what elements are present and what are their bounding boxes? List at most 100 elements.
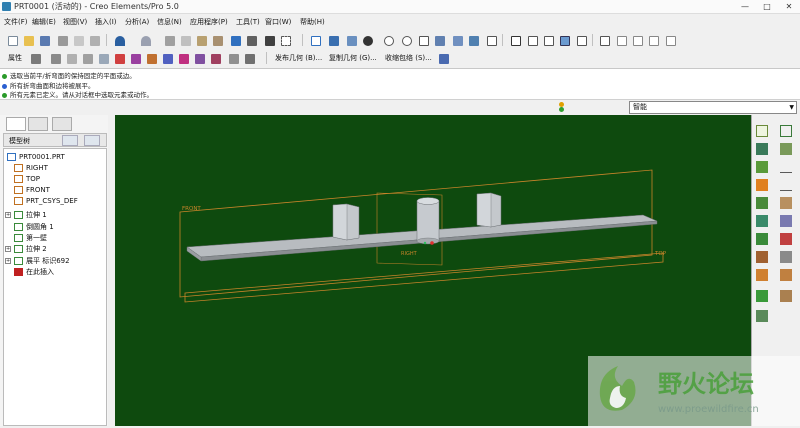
sketch-curve-icon[interactable] (779, 124, 793, 138)
maximize-button[interactable]: □ (756, 1, 778, 13)
datum-planes-display-icon[interactable] (597, 33, 611, 47)
undo-icon[interactable] (112, 33, 126, 47)
orient-mode-icon[interactable] (344, 33, 358, 47)
menu-analysis[interactable]: 分析(A) (125, 17, 149, 27)
menu-applications[interactable]: 应用程序(P) (190, 17, 228, 27)
tree-columns-icon[interactable] (96, 51, 110, 65)
csys-tool-icon[interactable] (755, 160, 769, 174)
unbend-tool-icon[interactable] (755, 268, 769, 282)
edge-bend-icon[interactable] (779, 250, 793, 264)
sketcher-tool-icon[interactable] (755, 178, 769, 192)
publish-geometry-button[interactable]: 发布几何 (B)... (275, 53, 322, 63)
copy-geometry-button[interactable]: 复制几何 (G)... (329, 53, 377, 63)
no-hidden-icon[interactable] (541, 33, 555, 47)
menu-view[interactable]: 视图(V) (63, 17, 87, 27)
mass-properties-icon[interactable] (242, 51, 256, 65)
datum-axis-tool-icon[interactable] (755, 142, 769, 156)
email-link-icon[interactable] (87, 33, 101, 47)
menu-window[interactable]: 窗口(W) (265, 17, 291, 27)
tree-item[interactable]: PRT0001.PRT (7, 153, 65, 164)
corner-relief-icon[interactable] (779, 232, 793, 246)
model-setup-icon[interactable] (64, 51, 78, 65)
reorient-icon[interactable] (432, 33, 446, 47)
shade-analysis-icon[interactable] (192, 51, 206, 65)
bend-back-icon[interactable] (779, 268, 793, 282)
paste-icon[interactable] (194, 33, 208, 47)
tree-item[interactable]: RIGHT (14, 164, 48, 175)
shrinkwrap-button[interactable]: 收缩包络 (S)... (385, 53, 432, 63)
section-icon[interactable] (144, 51, 158, 65)
open-file-icon[interactable] (21, 33, 35, 47)
csys-display-icon[interactable] (646, 33, 660, 47)
sketch-icon[interactable] (308, 33, 322, 47)
offset-analysis-icon[interactable] (208, 51, 222, 65)
print-icon[interactable] (55, 33, 69, 47)
redo-icon[interactable] (138, 33, 152, 47)
save-icon[interactable] (37, 33, 51, 47)
datum-points-display-icon[interactable] (630, 33, 644, 47)
curvature-icon[interactable] (112, 51, 126, 65)
sheetmetal-part[interactable] (186, 192, 658, 262)
merge-wall-icon[interactable] (755, 309, 769, 323)
menu-insert[interactable]: 插入(I) (95, 17, 117, 27)
rip-tool-icon[interactable] (779, 289, 793, 303)
mesh-icon[interactable] (80, 51, 94, 65)
expand-icon[interactable]: + (5, 212, 11, 218)
tree-item[interactable]: + 展平 标识692 (5, 256, 70, 267)
find-icon[interactable] (244, 33, 258, 47)
new-file-icon[interactable] (5, 33, 19, 47)
binoculars-icon[interactable] (262, 33, 276, 47)
shaded-icon[interactable] (557, 33, 571, 47)
menu-file[interactable]: 文件(F) (4, 17, 28, 27)
spline-curve-icon[interactable] (779, 160, 793, 174)
tab-model-tree[interactable] (6, 117, 26, 131)
zoom-out-icon[interactable] (399, 33, 413, 47)
cut-tool-icon[interactable] (755, 232, 769, 246)
layers-icon[interactable] (466, 33, 480, 47)
expand-icon[interactable]: + (5, 258, 11, 264)
tab-folder-browser[interactable] (28, 117, 48, 131)
context-help-icon[interactable] (436, 51, 450, 65)
measure-icon[interactable] (226, 51, 240, 65)
show-icon[interactable] (84, 135, 100, 146)
tree-item[interactable]: + 拉伸 1 (5, 210, 47, 221)
panel-splitter[interactable] (108, 115, 115, 426)
tree-item[interactable]: PRT_CSYS_DEF (14, 197, 78, 208)
enhanced-realism-icon[interactable] (574, 33, 588, 47)
refit-icon[interactable] (416, 33, 430, 47)
tree-item[interactable]: 第一壁 (14, 233, 47, 244)
email-icon[interactable] (71, 33, 85, 47)
saved-views-icon[interactable] (450, 33, 464, 47)
dihedral-icon[interactable] (128, 51, 142, 65)
unattached-wall-icon[interactable] (779, 214, 793, 228)
extrude-wall-icon[interactable] (755, 214, 769, 228)
properties-icon[interactable] (28, 51, 42, 65)
zoom-in-icon[interactable] (381, 33, 395, 47)
copy-icon[interactable] (178, 33, 192, 47)
tree-item[interactable]: FRONT (14, 186, 50, 197)
wireframe-icon[interactable] (508, 33, 522, 47)
cut-icon[interactable] (162, 33, 176, 47)
paste-special-icon[interactable] (210, 33, 224, 47)
tree-settings-icon[interactable] (62, 135, 78, 146)
close-button[interactable]: ✕ (778, 1, 800, 13)
selection-filter-dropdown[interactable]: 智能 ▼ (629, 101, 797, 114)
tree-item[interactable]: 在此插入 (14, 267, 54, 278)
menu-tools[interactable]: 工具(T) (236, 17, 260, 27)
shading-icon[interactable] (360, 33, 374, 47)
hidden-line-icon[interactable] (525, 33, 539, 47)
datum-plane-tool-icon[interactable] (755, 124, 769, 138)
draft-check-icon[interactable] (176, 51, 190, 65)
menu-edit[interactable]: 编辑(E) (32, 17, 56, 27)
expand-icon[interactable]: + (5, 246, 11, 252)
tree-item[interactable]: + 拉伸 2 (5, 244, 47, 255)
reflection-icon[interactable] (160, 51, 174, 65)
menu-help[interactable]: 帮助(H) (300, 17, 325, 27)
tab-favorites[interactable] (52, 117, 72, 131)
view-manager-icon[interactable] (484, 33, 498, 47)
tree-item[interactable]: TOP (14, 175, 40, 186)
annotation-display-icon[interactable] (663, 33, 677, 47)
flat-wall-icon[interactable] (755, 196, 769, 210)
minimize-button[interactable]: — (734, 1, 756, 13)
regenerate-icon[interactable] (228, 33, 242, 47)
